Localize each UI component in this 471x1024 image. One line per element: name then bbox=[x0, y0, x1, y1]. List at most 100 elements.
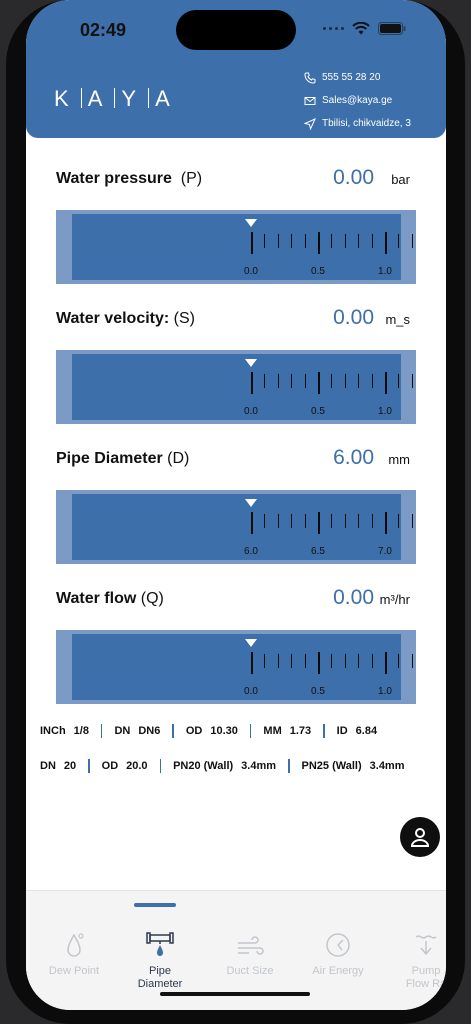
mail-icon bbox=[304, 96, 316, 105]
app-screen: 02:49 K A Y A 555 55 28 20 Sales@kaya.ge… bbox=[26, 0, 446, 1010]
section-title: Water velocity: (S) bbox=[56, 310, 195, 327]
section-title: Water pressure (P) bbox=[56, 170, 203, 187]
velocity-ruler[interactable]: 0.0 0.5 1.0 bbox=[56, 350, 416, 424]
tab-label: Air Energy bbox=[312, 965, 364, 977]
tab-label: Duct Size bbox=[226, 965, 274, 977]
dynamic-island bbox=[176, 10, 296, 50]
ruler-track[interactable]: 0.0 0.5 1.0 bbox=[72, 214, 413, 280]
location-arrow-icon bbox=[304, 117, 316, 130]
pressure-value: 0.00 bbox=[333, 166, 374, 189]
ruler-tick bbox=[411, 374, 413, 388]
wifi-icon bbox=[352, 22, 370, 35]
ruler-tick-label: 1.0 bbox=[378, 406, 392, 417]
contact-phone[interactable]: 555 55 28 20 bbox=[304, 66, 411, 89]
ruler-tick bbox=[251, 512, 253, 534]
ruler-tick bbox=[318, 652, 320, 674]
spec-item: DN 20 bbox=[40, 760, 77, 772]
tab-duct-size[interactable]: Duct Size bbox=[208, 891, 292, 978]
velocity-unit: m_s bbox=[385, 312, 410, 327]
ruler-tick bbox=[344, 374, 346, 388]
section-title: Water flow (Q) bbox=[56, 590, 164, 607]
ruler-pointer-icon bbox=[245, 359, 257, 367]
email-text: Sales@kaya.ge bbox=[322, 95, 393, 106]
spec-row-1: INCh 1/8 DN DN6 OD 10.30 MM 1.73 ID 6.84 bbox=[40, 724, 377, 738]
ruler-tick bbox=[358, 514, 360, 528]
tab-dew-point[interactable]: Dew Point bbox=[32, 891, 116, 978]
spec-item: PN20 (Wall) 3.4mm bbox=[173, 760, 277, 772]
ruler-tick bbox=[331, 374, 333, 388]
pressure-unit: bar bbox=[391, 172, 410, 187]
ruler-tick bbox=[344, 514, 346, 528]
tab-pump-flow[interactable]: Pump Flow Ra bbox=[384, 891, 446, 991]
flow-unit: m³/hr bbox=[379, 592, 410, 607]
ruler-tick bbox=[398, 514, 400, 528]
tab-air-energy[interactable]: Air Energy bbox=[296, 891, 380, 978]
ruler-tick bbox=[318, 372, 320, 394]
home-indicator bbox=[160, 992, 310, 996]
ruler-tick bbox=[318, 232, 320, 254]
ruler-tick bbox=[398, 234, 400, 248]
spec-row-2: DN 20 OD 20.0 PN20 (Wall) 3.4mm PN25 (Wall)… bbox=[40, 759, 405, 773]
ruler-tick bbox=[331, 514, 333, 528]
contact-info: 555 55 28 20 Sales@kaya.ge Tbilisi, chik… bbox=[304, 66, 411, 135]
tab-label: Dew Point bbox=[48, 965, 100, 977]
status-time: 02:49 bbox=[80, 20, 127, 40]
signal-icon bbox=[323, 27, 344, 30]
ruler-tick-label: 0.5 bbox=[311, 266, 325, 277]
ruler-tick-label: 0.5 bbox=[311, 686, 325, 697]
profile-button[interactable] bbox=[400, 817, 440, 857]
ruler-tick bbox=[264, 374, 266, 388]
contact-address[interactable]: Tbilisi, chikvaidze, 3 bbox=[304, 112, 411, 135]
ruler-tick-label: 0.5 bbox=[311, 406, 325, 417]
ruler-tick bbox=[358, 654, 360, 668]
ruler-tick-label: 0.0 bbox=[244, 686, 258, 697]
ruler-tick bbox=[277, 654, 279, 668]
ruler-tick bbox=[385, 232, 387, 254]
ruler-pointer-icon bbox=[245, 499, 257, 507]
flow-value: 0.00 bbox=[333, 586, 374, 609]
flow-ruler[interactable]: 0.0 0.5 1.0 bbox=[56, 630, 416, 704]
phone-icon bbox=[304, 72, 316, 84]
ruler-track[interactable]: 0.0 0.5 1.0 bbox=[72, 354, 413, 420]
ruler-pointer-icon bbox=[245, 219, 257, 227]
ruler-tick bbox=[411, 514, 413, 528]
wind-icon bbox=[238, 936, 264, 955]
ruler-tick bbox=[371, 374, 373, 388]
ruler-tick bbox=[304, 234, 306, 248]
ruler-tick bbox=[398, 374, 400, 388]
tab-pipe-diameter[interactable]: Pipe Diameter bbox=[118, 891, 202, 991]
ruler-tick bbox=[358, 374, 360, 388]
ruler-tick bbox=[251, 652, 253, 674]
diameter-unit: mm bbox=[388, 452, 410, 467]
status-icons bbox=[323, 22, 406, 35]
ruler-tick bbox=[398, 654, 400, 668]
ruler-tick bbox=[371, 654, 373, 668]
spec-item: ID 6.84 bbox=[336, 725, 378, 737]
ruler-tick-label: 1.0 bbox=[378, 686, 392, 697]
tab-label: Pipe Diameter bbox=[137, 965, 183, 990]
diameter-ruler[interactable]: 6.0 6.5 7.0 bbox=[56, 490, 416, 564]
ruler-tick bbox=[371, 514, 373, 528]
ruler-tick-label: 0.0 bbox=[244, 266, 258, 277]
diameter-value: 6.00 bbox=[333, 446, 374, 469]
spec-item: OD 20.0 bbox=[101, 760, 148, 772]
ruler-tick bbox=[371, 234, 373, 248]
phone-text: 555 55 28 20 bbox=[322, 72, 381, 83]
ruler-tick bbox=[331, 234, 333, 248]
logo-letter: A bbox=[155, 86, 176, 111]
contact-email[interactable]: Sales@kaya.ge bbox=[304, 89, 411, 112]
ruler-track[interactable]: 0.0 0.5 1.0 bbox=[72, 634, 413, 700]
ruler-tick-label: 7.0 bbox=[378, 546, 392, 557]
ruler-tick bbox=[291, 514, 293, 528]
ruler-tick bbox=[277, 234, 279, 248]
pump-icon bbox=[415, 935, 437, 956]
ruler-tick bbox=[318, 512, 320, 534]
logo-letter: K bbox=[54, 86, 75, 111]
address-text: Tbilisi, chikvaidze, 3 bbox=[322, 118, 411, 129]
ruler-tick bbox=[251, 232, 253, 254]
pressure-ruler[interactable]: 0.0 0.5 1.0 bbox=[56, 210, 416, 284]
tab-label: Pump Flow Ra bbox=[405, 965, 446, 990]
ruler-tick bbox=[411, 654, 413, 668]
ruler-track[interactable]: 6.0 6.5 7.0 bbox=[72, 494, 413, 560]
spec-item: PN25 (Wall) 3.4mm bbox=[301, 760, 405, 772]
